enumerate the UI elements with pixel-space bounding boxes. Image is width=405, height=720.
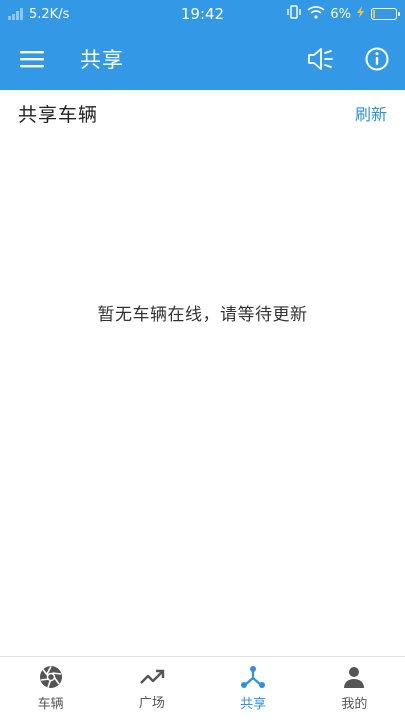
wifi-icon <box>307 5 325 23</box>
share-nodes-icon <box>241 666 266 688</box>
speaker-button[interactable] <box>293 28 349 90</box>
battery-icon <box>371 8 400 20</box>
battery-fill <box>373 10 375 18</box>
network-speed: 5.2K/s <box>29 6 70 22</box>
trending-up-icon <box>140 669 165 684</box>
app-bar: 共享 <box>0 28 405 90</box>
page-title: 共享 <box>80 48 124 72</box>
vibrate-icon <box>286 5 302 23</box>
tab-me[interactable]: 我的 <box>304 657 405 720</box>
tab-share[interactable]: 共享 <box>203 657 304 720</box>
info-icon <box>365 47 389 71</box>
status-right: 6% <box>286 5 400 23</box>
aperture-icon <box>39 666 62 688</box>
charging-icon <box>356 6 366 22</box>
hamburger-menu-icon <box>20 51 44 68</box>
status-left: 5.2K/s <box>8 7 69 22</box>
app-bar-actions <box>293 28 405 90</box>
speaker-mute-icon <box>308 48 333 70</box>
menu-button[interactable] <box>0 28 64 90</box>
tab-label: 我的 <box>341 697 368 712</box>
tab-label: 共享 <box>240 697 267 712</box>
battery-percent: 6% <box>330 6 351 22</box>
person-icon <box>344 667 365 688</box>
info-button[interactable] <box>349 28 405 90</box>
section-title: 共享车辆 <box>18 103 99 126</box>
bottom-tab-bar: 车辆 广场 共享 我的 <box>0 656 405 720</box>
tab-vehicles[interactable]: 车辆 <box>0 657 101 720</box>
tab-plaza[interactable]: 广场 <box>101 657 202 720</box>
status-bar: 5.2K/s 19:42 6% <box>0 0 405 28</box>
tab-label: 车辆 <box>37 697 64 712</box>
signal-icon <box>8 8 23 20</box>
refresh-button[interactable]: 刷新 <box>355 101 387 125</box>
section-header: 共享车辆 刷新 <box>0 90 405 136</box>
empty-state-message: 暂无车辆在线，请等待更新 <box>97 305 308 325</box>
tab-label: 广场 <box>138 696 165 711</box>
